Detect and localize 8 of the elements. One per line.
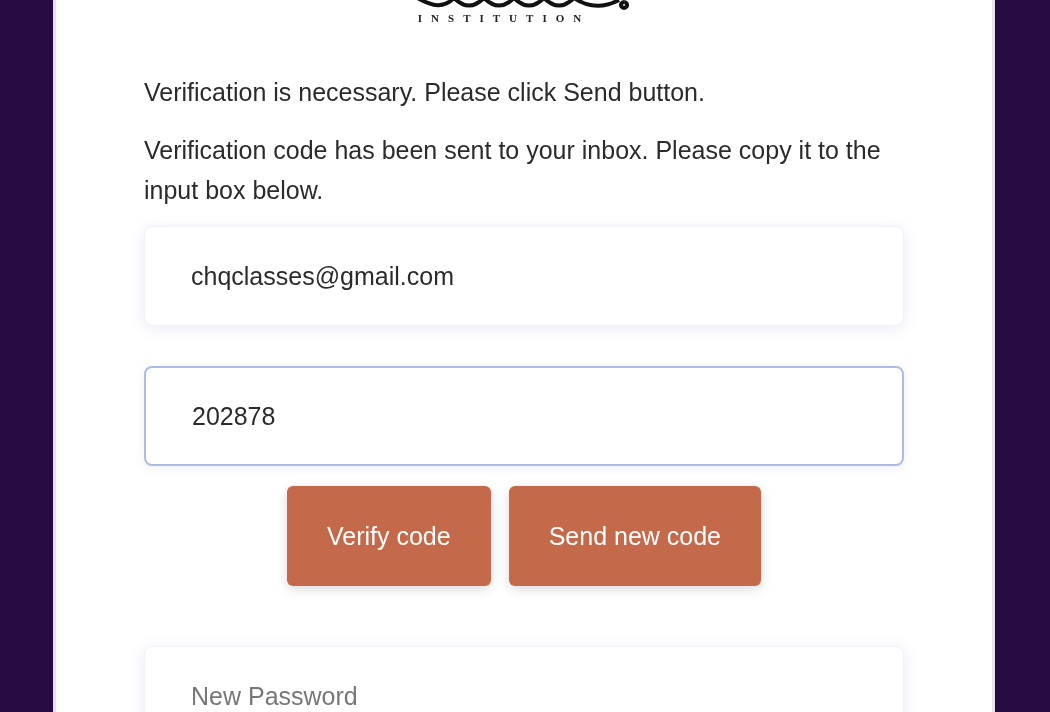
action-button[interactable]: Verify code [286,486,491,586]
action-button[interactable]: Send new code [508,486,761,586]
email-field[interactable]: chqclasses@gmail.com [144,226,904,326]
info-message: Verification code has been sent to your inbox. Please copy it to the input box below. [144,135,882,206]
password-field[interactable]: New Password [144,646,904,712]
logo-caption: INSTITUTION [417,12,591,24]
info-message: Verification is necessary. Please click Send button. [144,77,706,108]
code-field[interactable]: 202878 [144,366,904,466]
